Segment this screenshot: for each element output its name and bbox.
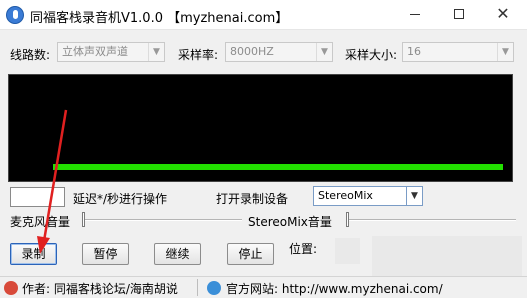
line-count-label: 线路数: bbox=[10, 48, 51, 62]
record-button[interactable]: 录制 bbox=[10, 243, 57, 265]
maximize-icon bbox=[454, 9, 464, 19]
sample-rate-select[interactable]: 8000HZ ▼ bbox=[225, 42, 333, 62]
sample-rate-value: 8000HZ bbox=[230, 45, 274, 58]
chevron-down-icon: ▼ bbox=[497, 43, 513, 61]
line-count-select[interactable]: 立体声双声道 ▼ bbox=[57, 42, 165, 62]
level-meter bbox=[53, 164, 503, 170]
position-display bbox=[335, 238, 360, 264]
resume-button[interactable]: 继续 bbox=[154, 243, 201, 265]
window-title: 同福客栈录音机V1.0.0 【myzhenai.com】 bbox=[30, 11, 289, 26]
pause-button[interactable]: 暂停 bbox=[82, 243, 129, 265]
status-divider bbox=[197, 279, 198, 296]
mic-volume-thumb[interactable] bbox=[82, 212, 85, 227]
title-bar: 同福客栈录音机V1.0.0 【myzhenai.com】 ✕ bbox=[0, 0, 527, 30]
chevron-down-icon: ▼ bbox=[316, 43, 332, 61]
position-label: 位置: bbox=[289, 242, 318, 256]
app-icon bbox=[6, 6, 24, 24]
close-button[interactable]: ✕ bbox=[481, 0, 525, 30]
author-icon bbox=[4, 281, 18, 295]
sample-rate-label: 采样率: bbox=[178, 48, 219, 62]
stereomix-volume-thumb[interactable] bbox=[346, 212, 349, 227]
chevron-down-icon: ▼ bbox=[148, 43, 164, 61]
status-bar: 作者: 同福客栈论坛/海南胡说 官方网站: http://www.myzhena… bbox=[0, 276, 527, 298]
stereomix-volume-label: StereoMix音量 bbox=[248, 215, 332, 229]
website-link[interactable]: 官方网站: http://www.myzhenai.com/ bbox=[226, 280, 443, 297]
device-value: StereoMix bbox=[318, 189, 373, 202]
stereomix-volume-slider[interactable] bbox=[346, 219, 516, 221]
line-count-value: 立体声双声道 bbox=[62, 45, 128, 58]
globe-icon bbox=[207, 281, 221, 295]
device-select[interactable]: StereoMix ▼ bbox=[313, 186, 423, 206]
mic-volume-slider[interactable] bbox=[82, 219, 242, 221]
delay-input[interactable] bbox=[10, 187, 65, 207]
sample-size-label: 采样大小: bbox=[345, 48, 398, 62]
minimize-button[interactable] bbox=[393, 0, 437, 30]
sample-size-value: 16 bbox=[407, 45, 421, 58]
sample-size-select[interactable]: 16 ▼ bbox=[402, 42, 514, 62]
author-text: 作者: 同福客栈论坛/海南胡说 bbox=[22, 282, 178, 296]
stop-button[interactable]: 停止 bbox=[227, 243, 274, 265]
chevron-down-icon: ▼ bbox=[406, 187, 422, 205]
maximize-button[interactable] bbox=[437, 0, 481, 30]
minimize-icon bbox=[410, 13, 420, 15]
mic-volume-label: 麦克风音量 bbox=[10, 215, 71, 229]
delay-label: 延迟*/秒进行操作 bbox=[73, 192, 168, 206]
device-label: 打开录制设备 bbox=[216, 192, 289, 206]
